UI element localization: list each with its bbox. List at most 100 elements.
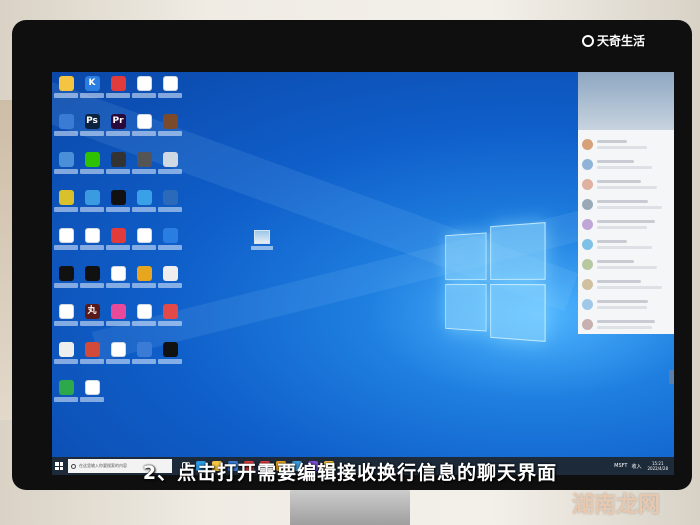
desktop-icon[interactable]	[158, 228, 182, 250]
desktop-icon[interactable]	[132, 152, 156, 174]
desktop-shortcut[interactable]	[250, 230, 274, 250]
desktop-icon[interactable]	[54, 304, 78, 326]
desktop-icon[interactable]: Pr	[106, 114, 130, 136]
network-icon	[136, 342, 152, 357]
watermark-bottom: 湖南龙网	[572, 493, 661, 518]
recycle-bin-icon	[162, 152, 178, 167]
desktop-icon-grid: K Ps Pr 丸	[54, 76, 194, 446]
desktop-icon[interactable]	[158, 342, 182, 364]
video-icon	[58, 266, 74, 281]
watermark-top: 天奇生活	[582, 32, 645, 49]
desktop-icon[interactable]	[106, 152, 130, 174]
wps-icon	[110, 228, 126, 243]
map-icon	[162, 304, 178, 319]
desktop-icon[interactable]	[132, 228, 156, 250]
desktop-icon[interactable]	[158, 304, 182, 326]
app-icon: 丸	[84, 304, 100, 319]
desktop-icon[interactable]	[80, 152, 104, 174]
desktop-icon[interactable]	[158, 266, 182, 288]
desktop-icon[interactable]	[106, 228, 130, 250]
desktop-icon[interactable]	[80, 190, 104, 212]
desktop-icon[interactable]	[54, 152, 78, 174]
desktop-icon[interactable]	[158, 76, 182, 98]
desktop-icon[interactable]	[54, 228, 78, 250]
folder-icon	[58, 76, 74, 91]
doc-icon	[58, 228, 74, 243]
doc-icon	[58, 304, 74, 319]
desktop-icon[interactable]	[54, 114, 78, 136]
desktop-icon[interactable]	[80, 266, 104, 288]
desktop-icon[interactable]	[54, 342, 78, 364]
desktop-icon[interactable]	[80, 228, 104, 250]
doc-icon	[162, 76, 178, 91]
desktop-icon[interactable]	[132, 304, 156, 326]
word-icon	[84, 228, 100, 243]
desktop-icon[interactable]	[54, 380, 78, 402]
chat-list-item[interactable]	[582, 256, 670, 274]
desktop-icon[interactable]	[106, 190, 130, 212]
desktop-icon[interactable]: K	[80, 76, 104, 98]
gear-icon	[58, 342, 74, 357]
photoshop-icon: Ps	[84, 114, 100, 129]
doc-icon	[84, 380, 100, 395]
desktop-icon[interactable]	[132, 76, 156, 98]
desktop-icon[interactable]	[158, 190, 182, 212]
avatar	[582, 179, 593, 190]
desktop-icon[interactable]	[132, 342, 156, 364]
scrollbar-handle[interactable]	[669, 370, 674, 384]
browser-icon	[58, 190, 74, 205]
desktop-icon[interactable]	[132, 190, 156, 212]
avatar	[582, 319, 593, 330]
chat-list-item[interactable]	[582, 176, 670, 194]
chat-list-item[interactable]	[582, 196, 670, 214]
wechat-icon	[84, 152, 100, 167]
desktop-icon[interactable]: 丸	[80, 304, 104, 326]
desktop-icon[interactable]	[158, 114, 182, 136]
desktop-icon[interactable]	[158, 152, 182, 174]
shield-icon	[162, 228, 178, 243]
k-app-icon: K	[84, 76, 100, 91]
desktop-icon[interactable]	[106, 342, 130, 364]
heart-icon	[84, 342, 100, 357]
desktop-icon[interactable]	[132, 114, 156, 136]
doc-icon	[110, 342, 126, 357]
desktop-icon[interactable]	[106, 304, 130, 326]
desktop-icon[interactable]	[132, 266, 156, 288]
video-subtitle: 2、点击打开需要编辑接收换行信息的聊天界面	[142, 462, 558, 484]
avatar	[582, 299, 593, 310]
desktop-icon[interactable]	[80, 380, 104, 402]
paint-icon	[110, 304, 126, 319]
desktop-icon[interactable]	[54, 266, 78, 288]
folder-icon	[58, 114, 74, 129]
chat-list-item[interactable]	[582, 236, 670, 254]
doc-icon	[136, 114, 152, 129]
capcut-icon	[162, 342, 178, 357]
avatar	[582, 219, 593, 230]
desktop-icon[interactable]	[54, 76, 78, 98]
avatar	[582, 159, 593, 170]
network-icon	[58, 152, 74, 167]
app-icon	[84, 190, 100, 205]
desktop-icon[interactable]: Ps	[80, 114, 104, 136]
person-icon	[110, 152, 126, 167]
image-file-icon	[254, 230, 270, 244]
desktop-icon[interactable]	[54, 190, 78, 212]
chat-panel[interactable]	[578, 72, 674, 334]
chat-list-item[interactable]	[582, 276, 670, 294]
app-icon	[58, 380, 74, 395]
chat-list-item[interactable]	[582, 136, 670, 154]
avatar	[582, 199, 593, 210]
desktop-icon[interactable]	[80, 342, 104, 364]
chat-list-item[interactable]	[582, 316, 670, 334]
chat-list-item[interactable]	[582, 296, 670, 314]
desktop-icon[interactable]	[106, 76, 130, 98]
desktop-icon[interactable]	[106, 266, 130, 288]
avatar	[582, 279, 593, 290]
chat-list-item[interactable]	[582, 216, 670, 234]
monitor: K Ps Pr 丸 在这里输入你要搜索的内容 MSFT 收入 15:21 202…	[12, 20, 692, 490]
doc-icon	[136, 304, 152, 319]
monitor-stand	[290, 488, 410, 525]
video-icon	[110, 190, 126, 205]
music-icon	[162, 190, 178, 205]
chat-list-item[interactable]	[582, 156, 670, 174]
